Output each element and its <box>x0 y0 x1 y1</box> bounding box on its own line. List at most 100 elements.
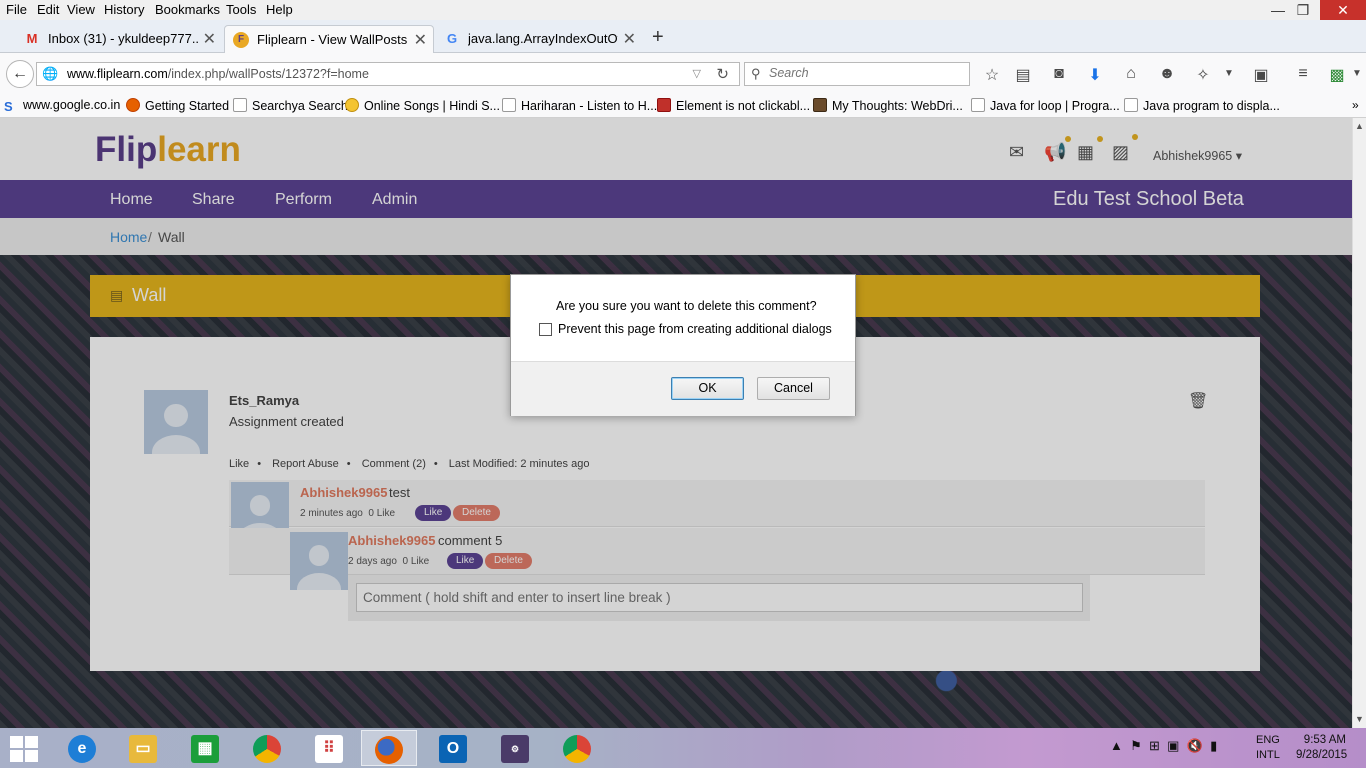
web-page: Fliplearn ✉ 📢 ▦ ▨ Abhishek9965 ▾ Home Sh… <box>0 118 1366 728</box>
close-window-button[interactable]: ✕ <box>1320 0 1366 20</box>
bookmark-element-not-clickable[interactable]: Element is not clickabl... <box>657 98 810 113</box>
more-bookmarks-icon[interactable]: » <box>1352 98 1359 112</box>
back-button[interactable]: ← <box>6 60 34 88</box>
show-hidden-icons-icon[interactable]: ▲ <box>1110 738 1123 753</box>
windows-logo-icon <box>25 750 38 762</box>
addon-icon[interactable]: ✧ <box>1192 65 1214 85</box>
bookmark-star-icon[interactable]: ☆ <box>981 65 1003 85</box>
tab-gmail[interactable]: M Inbox (31) - ykuldeep777... ✕ <box>16 25 222 53</box>
taskbar-firefox[interactable] <box>361 730 417 766</box>
bookmark-java-program[interactable]: Java program to displa... <box>1124 98 1280 113</box>
volume-icon[interactable]: 🔇 <box>1187 738 1203 753</box>
clock[interactable]: 9:53 AM 9/28/2015 <box>1296 733 1347 763</box>
url-text: www.fliplearn.com/index.php/wallPosts/12… <box>67 67 369 81</box>
globe-icon: 🌐 <box>42 66 59 81</box>
search-icon: ⚲ <box>751 66 761 81</box>
dialog-message: Are you sure you want to delete this com… <box>556 299 817 313</box>
menu-tools[interactable]: Tools <box>226 2 256 17</box>
bookmark-google[interactable]: Swww.google.co.in <box>4 98 120 114</box>
chat-icon[interactable]: ☻ <box>1156 65 1178 83</box>
screenshot-icon[interactable]: ▣ <box>1250 65 1272 85</box>
extension-dropdown-icon[interactable]: ▼ <box>1346 68 1366 79</box>
start-button[interactable] <box>8 734 38 762</box>
firefox-icon <box>126 98 140 112</box>
tab-strip: M Inbox (31) - ykuldeep777... ✕ F Fliple… <box>0 20 1366 53</box>
hamburger-menu-icon[interactable]: ≡ <box>1292 65 1314 83</box>
folder-icon: ▭ <box>129 735 157 763</box>
firefox-icon <box>375 736 403 764</box>
bookmark-java-for-loop[interactable]: Java for loop | Progra... <box>971 98 1120 113</box>
pocket-icon[interactable]: ◙ <box>1048 65 1070 83</box>
bookmarks-toolbar: Swww.google.co.in Getting Started Search… <box>0 93 1366 118</box>
search-box[interactable]: ⚲ <box>744 62 970 86</box>
scroll-down-icon[interactable]: ▼ <box>1355 714 1364 724</box>
s-icon: S <box>4 99 13 114</box>
bookmarks-library-icon[interactable]: ▤ <box>1012 65 1034 85</box>
taskbar-chrome[interactable] <box>239 730 295 766</box>
menu-edit[interactable]: Edit <box>37 2 59 17</box>
input-language[interactable]: ENG INTL <box>1256 733 1280 763</box>
taskbar-eclipse[interactable]: ⚙ <box>487 730 543 766</box>
bookmark-hariharan[interactable]: Hariharan - Listen to H... <box>502 98 657 113</box>
tab-title: Fliplearn - View WallPosts <box>257 32 407 47</box>
windows-logo-icon <box>10 750 23 762</box>
windows-logo-icon <box>25 736 38 748</box>
cancel-button[interactable]: Cancel <box>757 377 830 400</box>
taskbar-store[interactable]: ▦ <box>177 730 233 766</box>
taskbar-apps[interactable]: ⠿ <box>301 730 357 766</box>
tab-java-exception[interactable]: G java.lang.ArrayIndexOutOf... ✕ <box>436 25 642 53</box>
ok-button[interactable]: OK <box>671 377 744 400</box>
menu-bookmarks[interactable]: Bookmarks <box>155 2 220 17</box>
taskbar-explorer[interactable]: ▭ <box>115 730 171 766</box>
outlook-icon: O <box>439 735 467 763</box>
taskbar-chrome-2[interactable] <box>549 730 605 766</box>
bookmark-online-songs[interactable]: Online Songs | Hindi S... <box>345 98 500 113</box>
prevent-dialogs-label[interactable]: Prevent this page from creating addition… <box>558 322 832 336</box>
network-icon[interactable]: ▣ <box>1167 738 1179 753</box>
new-tab-button[interactable]: + <box>652 26 664 49</box>
page-icon <box>502 98 516 112</box>
bookmark-searchya[interactable]: Searchya Search <box>233 98 348 113</box>
menu-history[interactable]: History <box>104 2 144 17</box>
home-icon[interactable]: ⌂ <box>1120 65 1142 83</box>
windows-icon[interactable]: ⊞ <box>1149 738 1160 753</box>
scroll-up-icon[interactable]: ▲ <box>1355 121 1364 131</box>
extension-icon[interactable]: ▩ <box>1326 65 1348 85</box>
prevent-dialogs-checkbox[interactable] <box>539 323 552 336</box>
tab-title: Inbox (31) - ykuldeep777... <box>48 31 198 46</box>
system-tray: ▲ ⚑ ⊞ ▣ 🔇 ▮ <box>1110 738 1217 754</box>
address-bar[interactable]: 🌐 www.fliplearn.com/index.php/wallPosts/… <box>36 62 740 86</box>
close-tab-icon[interactable]: ✕ <box>203 29 216 49</box>
bookmark-my-thoughts[interactable]: My Thoughts: WebDri... <box>813 98 963 113</box>
tab-title: java.lang.ArrayIndexOutOf... <box>468 31 618 46</box>
taskbar: e ▭ ▦ ⠿ O ⚙ ▲ ⚑ ⊞ ▣ 🔇 ▮ ENG INTL 9:53 AM 9… <box>0 728 1366 768</box>
search-input[interactable] <box>769 66 959 80</box>
menu-view[interactable]: View <box>67 2 95 17</box>
reload-icon[interactable]: ↻ <box>716 65 729 83</box>
eclipse-icon: ⚙ <box>501 735 529 763</box>
taskbar-ie[interactable]: e <box>54 730 110 766</box>
chrome-icon <box>253 735 281 763</box>
restore-button[interactable]: ❐ <box>1281 0 1325 20</box>
windows-logo-icon <box>10 736 23 748</box>
confirm-dialog: Are you sure you want to delete this com… <box>510 274 856 416</box>
battery-icon[interactable]: ▮ <box>1210 738 1217 753</box>
bookmark-getting-started[interactable]: Getting Started <box>126 98 229 113</box>
addon-dropdown-icon[interactable]: ▼ <box>1218 68 1240 79</box>
menu-bar: File Edit View History Bookmarks Tools H… <box>0 0 1366 20</box>
download-icon[interactable]: ⬇ <box>1084 65 1106 85</box>
page-icon <box>233 98 247 112</box>
dialog-footer: OK Cancel <box>511 361 855 416</box>
tab-fliplearn[interactable]: F Fliplearn - View WallPosts ✕ <box>224 25 434 53</box>
google-icon: G <box>446 31 458 46</box>
smiley-icon <box>345 98 359 112</box>
flag-icon[interactable]: ⚑ <box>1130 738 1142 753</box>
close-tab-icon[interactable]: ✕ <box>414 30 427 50</box>
taskbar-outlook[interactable]: O <box>425 730 481 766</box>
fliplearn-icon: F <box>233 32 249 48</box>
menu-help[interactable]: Help <box>266 2 293 17</box>
vertical-scrollbar[interactable]: ▲ ▼ <box>1352 118 1366 728</box>
close-tab-icon[interactable]: ✕ <box>623 29 636 49</box>
history-dropdown-icon[interactable]: ▽ <box>693 67 701 80</box>
menu-file[interactable]: File <box>6 2 27 17</box>
